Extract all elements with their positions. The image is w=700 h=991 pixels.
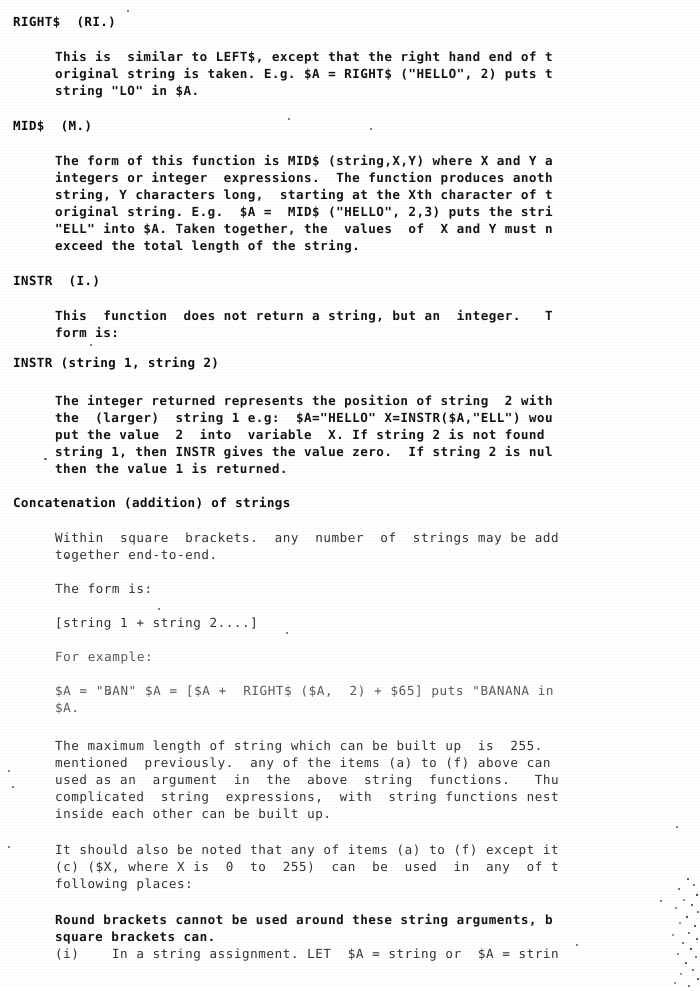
concatenation-form: [string 1 + string 2....] [55,615,259,630]
paragraph-line: The maximum length of string which can b… [55,738,543,753]
paragraph-line: mentioned previously. any of the items (… [55,755,552,770]
paragraph-line: Round brackets cannot be used around the… [55,912,553,927]
paragraph-line: string 1, then INSTR gives the value zer… [55,444,553,459]
paragraph-line: square brackets can. [55,929,216,944]
scan-speck [288,118,290,120]
paragraph-line: This function does not return a string, … [55,308,553,323]
paragraph-line: then the value 1 is returned. [55,461,288,476]
paragraph-line: put the value 2 into variable X. If stri… [55,427,545,442]
paragraph-line: inside each other can be built up. [55,806,332,821]
paragraph-line: The integer returned represents the posi… [55,393,553,408]
scan-speck [660,900,662,902]
section-heading-right: RIGHT$ (RI.) [13,14,117,29]
scan-speck [286,632,288,634]
paragraph-line: "ELL" into $A. Taken together, the value… [55,221,553,236]
example-label: For example: [55,649,154,664]
scanned-page: RIGHT$ (RI.) This is similar to LEFT$, e… [0,0,700,991]
section-heading-instr: INSTR (I.) [13,273,101,288]
section-heading-mid: MID$ (M.) [13,118,93,133]
scan-speck [12,786,14,788]
scan-speck [676,826,678,828]
list-item: (i) In a string assignment. LET $A = str… [55,946,560,961]
paragraph-line: string, Y characters long, starting at t… [55,187,553,202]
section-heading-concatenation: Concatenation (addition) of strings [13,495,291,510]
example-line: $A. [55,700,80,715]
scan-speck [370,128,372,130]
paragraph-line: original string. E.g. $A = MID$ ("HELLO"… [55,204,553,219]
paragraph-line: together end-to-end. [55,547,218,562]
paragraph-line: exceed the total length of the string. [55,238,361,253]
scan-surface: RIGHT$ (RI.) This is similar to LEFT$, e… [0,0,700,991]
example-line: $A = "BAN" $A = [$A + RIGHT$ ($A, 2) + $… [55,683,555,698]
paragraph-line: complicated string expressions, with str… [55,789,560,804]
paragraph-line: The form of this function is MID$ (strin… [55,153,553,168]
scan-speck [576,944,578,946]
scan-speck [44,458,47,460]
form-label: The form is: [55,581,153,596]
scan-speck [8,770,10,772]
paragraph-line: This is similar to LEFT$, except that th… [55,49,553,64]
scan-speck [127,10,129,12]
paragraph-line: the (larger) string 1 e.g: $A="HELLO" X=… [55,410,553,425]
paragraph-line: form is: [55,325,120,340]
scan-speck [8,846,10,848]
instr-syntax-form: INSTR (string 1, string 2) [13,355,220,370]
scan-speck [90,344,92,346]
paragraph-line: It should also be noted that any of item… [55,842,560,857]
paragraph-line: Within square brackets. any number of st… [55,530,560,545]
scan-speck [158,608,160,610]
scan-noise-corner [672,877,700,987]
paragraph-line: used as an argument in the above string … [55,772,560,787]
paragraph-line: following places: [55,876,194,891]
paragraph-line: original string is taken. E.g. $A = RIGH… [55,66,553,81]
paragraph-line: (c) ($X, where X is 0 to 255) can be use… [55,859,560,874]
paragraph-line: string "LO" in $A. [55,83,200,98]
paragraph-line: integers or integer expressions. The fun… [55,170,553,185]
